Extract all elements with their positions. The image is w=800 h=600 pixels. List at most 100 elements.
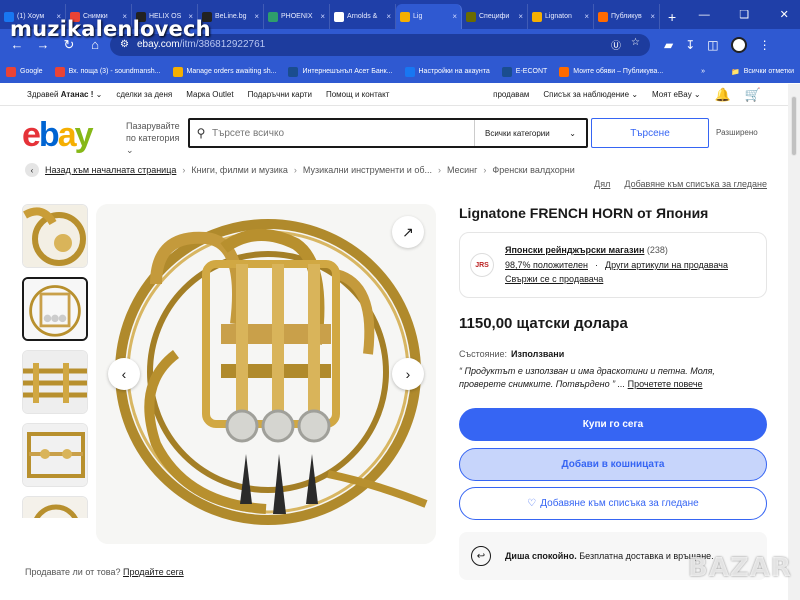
logo-letter: e bbox=[22, 116, 41, 154]
next-image-button[interactable]: › bbox=[392, 358, 424, 390]
price: 1150,00 щатски долара bbox=[459, 315, 628, 332]
breadcrumb-item[interactable]: Месинг bbox=[447, 165, 477, 175]
sidebar-icon[interactable]: ◫ bbox=[707, 38, 718, 52]
tab-close-icon[interactable]: × bbox=[254, 12, 259, 21]
browser-tab[interactable]: Специфи × bbox=[462, 4, 528, 29]
page-scrollbar[interactable] bbox=[788, 84, 800, 600]
top-nav-link[interactable]: Марка Outlet bbox=[186, 90, 233, 99]
close-window-icon[interactable]: ✕ bbox=[764, 8, 800, 21]
back-arrow-icon[interactable]: ‹ bbox=[25, 163, 39, 177]
all-bookmarks-link[interactable]: Всички отметки bbox=[744, 68, 794, 75]
category-select[interactable]: Всички категории ⌄ bbox=[474, 120, 586, 146]
add-to-watchlist-button[interactable]: ♡ Добавяне към списъка за гледане bbox=[459, 487, 767, 520]
ebay-logo[interactable]: ebay bbox=[22, 116, 94, 155]
expand-icon[interactable]: ↗ bbox=[392, 216, 424, 248]
tab-close-icon[interactable]: × bbox=[584, 12, 589, 21]
watchlist-menu-label: Списък за наблюдение bbox=[543, 90, 630, 99]
translate-icon[interactable]: Ⓤ bbox=[611, 37, 621, 52]
thumbnail[interactable] bbox=[22, 496, 88, 518]
condition: Състояние: Използвани bbox=[459, 349, 564, 359]
add-to-watchlist-label: Добавяне към списъка за гледане bbox=[540, 498, 699, 509]
new-tab-button[interactable]: + bbox=[660, 4, 684, 29]
browser-tab[interactable]: Lig × bbox=[396, 4, 462, 29]
seller-positive-link[interactable]: 98,7% положителен bbox=[505, 260, 588, 270]
search-input[interactable] bbox=[212, 120, 474, 146]
read-more-link[interactable]: Прочетете повече bbox=[628, 379, 703, 389]
bookmark[interactable]: Google bbox=[6, 66, 43, 77]
seller-logo[interactable]: JRS bbox=[470, 253, 494, 277]
sell-now-link[interactable]: Продайте сега bbox=[123, 567, 184, 577]
browser-tab[interactable]: Публикув × bbox=[594, 4, 660, 29]
thumbnail[interactable] bbox=[22, 204, 88, 268]
breadcrumb-back-link[interactable]: Назад към началната страница bbox=[45, 165, 176, 175]
previous-image-button[interactable]: ‹ bbox=[108, 358, 140, 390]
chevron-down-icon: ⌄ bbox=[126, 145, 134, 155]
browser-tab[interactable]: Lignaton × bbox=[528, 4, 594, 29]
search-button[interactable]: Търсене bbox=[591, 118, 709, 148]
bookmark-favicon-icon bbox=[54, 66, 65, 77]
search-box: ⚲ Всички категории ⌄ bbox=[188, 118, 588, 148]
browser-tab[interactable]: Arnolds & × bbox=[330, 4, 396, 29]
french-horn-illustration bbox=[96, 204, 436, 544]
thumbnail-strip bbox=[22, 204, 90, 518]
thumbnail[interactable] bbox=[22, 423, 88, 487]
share-link[interactable]: Дял bbox=[594, 179, 610, 189]
tab-close-icon[interactable]: × bbox=[320, 12, 325, 21]
bell-icon[interactable]: 🔔 bbox=[715, 87, 731, 103]
condition-value: Използвани bbox=[511, 349, 565, 359]
menu-icon[interactable]: ⋮ bbox=[759, 38, 771, 52]
advanced-search-link[interactable]: Разширено bbox=[716, 128, 758, 137]
greeting[interactable]: Здравей Атанас ! ⌄ bbox=[27, 90, 102, 99]
thumbnail-selected[interactable] bbox=[22, 277, 88, 341]
thumbnail[interactable] bbox=[22, 350, 88, 414]
minimize-icon[interactable]: — bbox=[684, 9, 724, 21]
bookmark[interactable]: Моите обяви – Публикува... bbox=[559, 66, 663, 77]
bookmark[interactable]: Настройки на акаунта bbox=[404, 66, 490, 77]
add-to-cart-button[interactable]: Добави в кошницата bbox=[459, 448, 767, 481]
my-ebay-menu[interactable]: Моят eBay ⌄ bbox=[652, 90, 701, 99]
watchlist-menu[interactable]: Списък за наблюдение ⌄ bbox=[543, 90, 638, 99]
buy-now-button[interactable]: Купи го сега bbox=[459, 408, 767, 441]
tab-label: Публикув bbox=[611, 13, 642, 20]
tab-close-icon[interactable]: × bbox=[386, 12, 391, 21]
extensions-icon[interactable]: ▰ bbox=[664, 38, 673, 52]
tab-favicon-icon bbox=[532, 11, 542, 22]
download-icon[interactable]: ↧ bbox=[685, 38, 695, 52]
breadcrumb-item[interactable]: Музикални инструменти и об... bbox=[303, 165, 432, 175]
seller-other-items-link[interactable]: Други артикули на продавача bbox=[605, 260, 728, 270]
bookmark[interactable]: Интернешънъл Асет Банк... bbox=[288, 66, 393, 77]
top-nav-link[interactable]: сделки за деня bbox=[116, 90, 172, 99]
cart-icon[interactable]: 🛒 bbox=[745, 87, 761, 103]
tab-favicon-icon bbox=[400, 11, 410, 22]
contact-seller-link[interactable]: Свържи се с продавача bbox=[505, 274, 603, 284]
bazar-watermark: BAZAR bbox=[688, 553, 792, 583]
top-nav-link[interactable]: Подаръчни карти bbox=[248, 90, 312, 99]
logo-letter: y bbox=[74, 116, 94, 154]
main-product-image[interactable]: ↗ ‹ › bbox=[96, 204, 436, 544]
seller-name-link[interactable]: Японски рейнджърски магазин bbox=[505, 245, 644, 255]
bookmark[interactable]: Manage orders awaiting sh... bbox=[172, 66, 277, 77]
bookmark[interactable]: Вх. поща (3) - soundmansh... bbox=[54, 66, 161, 77]
sell-link[interactable]: продавам bbox=[493, 90, 529, 99]
breadcrumb-item[interactable]: Френски валдхорни bbox=[492, 165, 574, 175]
tab-label: Специфи bbox=[479, 13, 510, 20]
sell-prompt: Продавате ли от това? Продайте сега bbox=[25, 567, 184, 577]
seller-notes: “ Продуктът е използван и има драскотини… bbox=[459, 365, 759, 391]
bookmark-label: Manage orders awaiting sh... bbox=[186, 68, 277, 75]
top-nav-link[interactable]: Помощ и контакт bbox=[326, 90, 389, 99]
maximize-icon[interactable]: ❑ bbox=[724, 8, 764, 21]
scrollbar-thumb[interactable] bbox=[791, 96, 797, 156]
shop-by-category[interactable]: Пазарувайте по категория ⌄ bbox=[126, 120, 188, 156]
tab-close-icon[interactable]: × bbox=[518, 12, 523, 21]
listing-title: Lignatone FRENCH HORN от Япония bbox=[459, 205, 709, 221]
tab-close-icon[interactable]: × bbox=[452, 12, 457, 21]
breadcrumb-item[interactable]: Книги, филми и музика bbox=[191, 165, 288, 175]
star-icon[interactable]: ☆ bbox=[631, 37, 640, 52]
tab-label: Lignaton bbox=[545, 13, 572, 20]
bookmark[interactable]: E-ECONT bbox=[501, 66, 547, 77]
add-to-watchlist-link[interactable]: Добавяне към списъка за гледане bbox=[624, 179, 767, 189]
bookmarks-more-icon[interactable]: » bbox=[701, 68, 705, 75]
browser-tab[interactable]: PHOENIX × bbox=[264, 4, 330, 29]
profile-avatar[interactable] bbox=[730, 36, 747, 53]
tab-close-icon[interactable]: × bbox=[650, 12, 655, 21]
